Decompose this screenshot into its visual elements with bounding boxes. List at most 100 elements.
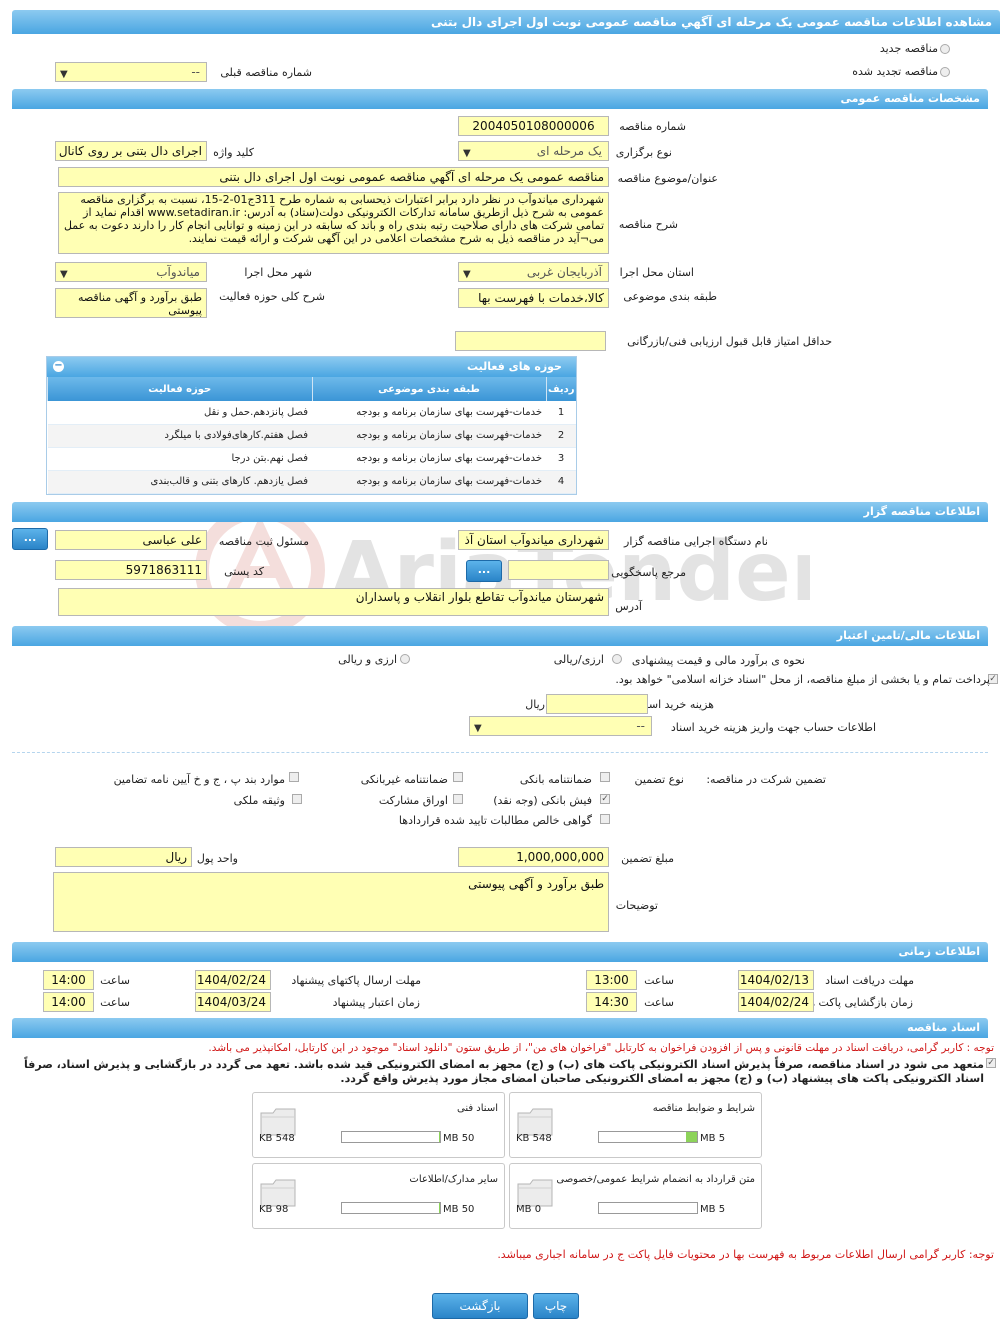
- receive-time-label: ساعت: [644, 974, 674, 987]
- file-card-contract[interactable]: متن قرارداد به انضمام شرایط عمومی/خصوصی …: [509, 1163, 762, 1229]
- regulation-items-checkbox[interactable]: [289, 772, 299, 782]
- min-score-field: [455, 331, 606, 351]
- file-progress-bar: [341, 1131, 441, 1143]
- activities-table: ردیف طبقه بندی موضوعی حوزه فعالیت 1 خدما…: [47, 377, 576, 494]
- postal-code-field: 5971863111: [55, 560, 207, 580]
- currency-rial-radio[interactable]: [612, 654, 622, 664]
- file-max-size: 5 MB: [700, 1133, 726, 1144]
- file-card-terms[interactable]: شرایط و ضوابط مناقصه 5 MB 548 KB: [509, 1092, 762, 1158]
- file-progress-fill: [686, 1132, 697, 1142]
- activity-desc-field: طبق برآورد و آگهی مناقصه پیوستی: [55, 288, 207, 318]
- opening-date: 1404/02/24: [738, 992, 814, 1012]
- city-select[interactable]: میاندوآب ▼: [55, 262, 207, 282]
- nonbank-guarantee-checkbox[interactable]: [453, 772, 463, 782]
- docs-section-header: اسناد مناقصه: [12, 1018, 988, 1038]
- registrar-field: علی عباسی: [55, 530, 207, 550]
- doc-cost-field: [546, 694, 648, 714]
- guarantee-notes-label: توضیحات: [615, 899, 658, 912]
- description-field: شهرداری میاندوآب در نظر دارد برابر اعتبا…: [58, 192, 609, 254]
- send-offers-label: مهلت ارسال پاکتهای پیشنهاد: [291, 974, 421, 987]
- bank-guarantee-checkbox[interactable]: [600, 772, 610, 782]
- activities-grid: حوزه های فعالیت − ردیف طبقه بندی موضوعی …: [46, 356, 577, 495]
- page-title: مشاهده اطلاعات مناقصه عمومی یک مرحله ای …: [431, 15, 992, 29]
- prev-number-label: شماره مناقصه قبلی: [220, 66, 312, 79]
- file-size: 548 KB: [259, 1133, 295, 1144]
- col-activity-header: حوزه فعالیت: [47, 377, 312, 401]
- property-collateral-label: وثیقه ملکی: [233, 794, 285, 807]
- min-score-label: حداقل امتیاز قابل قبول ارزیابی فنی/بازرگ…: [627, 335, 832, 348]
- registrar-label: مسئول ثبت مناقصه: [218, 535, 309, 548]
- file-card-technical[interactable]: اسناد فنی 50 MB 548 KB: [252, 1092, 505, 1158]
- hold-type-label: نوع برگزاری: [615, 146, 672, 159]
- file-progress-fill: [439, 1203, 440, 1213]
- chevron-down-icon: ▼: [60, 269, 68, 280]
- bank-guarantee-label: ضمانتنامه بانکی: [519, 773, 592, 786]
- file-progress-fill: [438, 1132, 440, 1142]
- currency-and-rial-radio[interactable]: [400, 654, 410, 664]
- province-label: استان محل اجرا: [619, 266, 694, 279]
- receive-docs-time: 13:00: [586, 970, 637, 990]
- organizer-section-header: اطلاعات مناقصه گزار: [12, 502, 988, 522]
- claims-certificate-label: گواهی خالص مطالبات تایید شده قراردادها: [398, 814, 592, 827]
- chevron-down-icon: ▼: [474, 723, 482, 734]
- tender-number-label: شماره مناقصه: [619, 120, 686, 133]
- prev-number-select[interactable]: -- ▼: [55, 62, 207, 82]
- chevron-down-icon: ▼: [60, 69, 68, 80]
- file-max-size: 5 MB: [700, 1204, 726, 1215]
- account-info-select[interactable]: -- ▼: [469, 716, 652, 736]
- reference-field: [508, 560, 609, 580]
- send-time-label: ساعت: [100, 974, 130, 987]
- org-name-label: نام دستگاه اجرایی مناقصه گزار: [624, 535, 768, 548]
- renewed-tender-radio[interactable]: [940, 67, 950, 77]
- collapse-icon[interactable]: −: [53, 361, 64, 372]
- bonds-label: اوراق مشارکت: [378, 794, 448, 807]
- col-category-header: طبقه بندی موضوعی: [311, 377, 546, 401]
- estimate-method-label: نحوه ی برآورد مالی و قیمت پیشنهادی: [631, 654, 805, 667]
- guarantee-type-label: نوع تضمین: [634, 773, 684, 786]
- print-button[interactable]: چاپ: [533, 1293, 579, 1319]
- activities-grid-header: حوزه های فعالیت −: [47, 357, 576, 377]
- receive-docs-date: 1404/02/13: [738, 970, 814, 990]
- col-row-header: ردیف: [545, 377, 576, 401]
- doc-cost-unit: ریال: [525, 698, 545, 711]
- activity-desc-label: شرح کلی حوزه فعالیت: [219, 290, 325, 303]
- docs-note-download: توجه : کاربر گرامی، دریافت اسناد در مهلت…: [208, 1042, 994, 1054]
- guarantee-label: تضمین شرکت در مناقصه:: [706, 773, 826, 786]
- currency-unit-label: واحد پول: [196, 852, 238, 865]
- cash-deposit-label: فیش بانکی (وجه نقد): [493, 794, 592, 807]
- keyword-field: اجرای دال بتنی بر روی کانال: [55, 141, 207, 161]
- registrar-lookup-button[interactable]: ...: [12, 528, 48, 550]
- table-row: 4 خدمات-فهرست بهای سازمان برنامه و بودجه…: [47, 470, 576, 494]
- file-max-size: 50 MB: [443, 1133, 475, 1144]
- docs-note-pricelist: توجه: کاربر گرامی ارسال اطلاعات مربوط به…: [497, 1248, 994, 1261]
- bonds-checkbox[interactable]: [453, 794, 463, 804]
- postal-code-label: کد پستی: [224, 565, 264, 578]
- table-row: 2 خدمات-فهرست بهای سازمان برنامه و بودجه…: [47, 424, 576, 448]
- validity-time: 14:00: [43, 992, 94, 1012]
- opening-label: زمان بازگشایی پاکت ها: [805, 996, 913, 1009]
- file-size: 0 MB: [516, 1204, 542, 1215]
- validity-label: زمان اعتبار پیشنهاد: [332, 996, 420, 1009]
- validity-date: 1404/03/24: [195, 992, 271, 1012]
- regulation-items-label: موارد بند پ ، ج و خ آیین نامه تضامین: [113, 773, 285, 786]
- property-collateral-checkbox[interactable]: [292, 794, 302, 804]
- back-button[interactable]: بازگشت: [432, 1293, 528, 1319]
- hold-type-select[interactable]: یک مرحله ای ▼: [458, 141, 609, 161]
- reference-lookup-button[interactable]: ...: [466, 560, 502, 582]
- currency-and-rial-label: ارزی و ریالی: [338, 653, 397, 666]
- tender-number-field: 2004050108000006: [458, 116, 609, 136]
- province-select[interactable]: آذربایجان غربی ▼: [458, 262, 609, 282]
- subject-label: عنوان/موضوع مناقصه: [617, 172, 718, 185]
- cash-deposit-checkbox[interactable]: ✓: [600, 794, 610, 804]
- currency-unit-field: ریال: [55, 847, 192, 867]
- file-progress-bar: [598, 1131, 698, 1143]
- opening-time-label: ساعت: [644, 996, 674, 1009]
- table-row: 3 خدمات-فهرست بهای سازمان برنامه و بودجه…: [47, 447, 576, 471]
- renewed-tender-label: مناقصه تجدید شده: [852, 65, 938, 78]
- signature-commitment-checkbox[interactable]: ✓: [986, 1058, 996, 1068]
- new-tender-radio[interactable]: [940, 44, 950, 54]
- claims-certificate-checkbox[interactable]: [600, 814, 610, 824]
- validity-time-label: ساعت: [100, 996, 130, 1009]
- file-card-other[interactable]: سایر مدارک/اطلاعات 50 MB 98 KB: [252, 1163, 505, 1229]
- new-tender-label: مناقصه جدید: [879, 42, 938, 55]
